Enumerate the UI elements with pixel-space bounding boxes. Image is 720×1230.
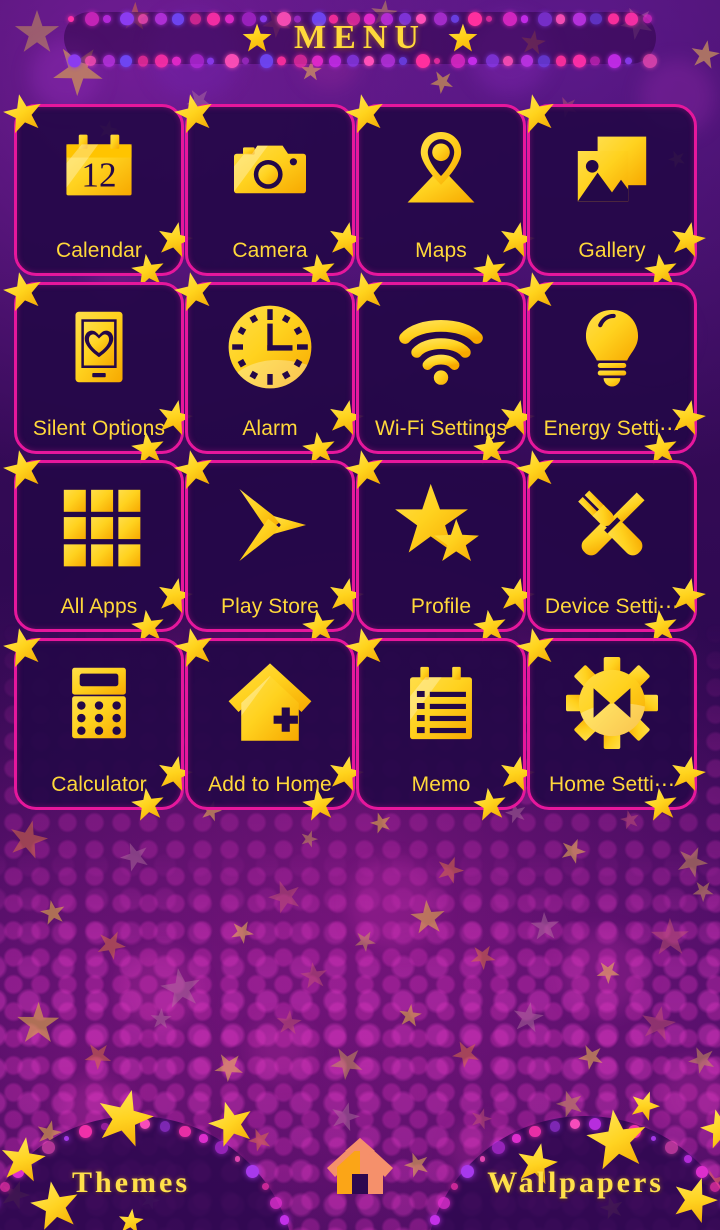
launcher-screen: MENU 12 Calendar Camera Maps Gallery Silent O… xyxy=(0,0,720,1230)
app-tile-label: Energy Setti⋯ xyxy=(543,417,681,440)
wallpapers-button[interactable]: Wallpapers xyxy=(487,1166,664,1200)
home-button[interactable] xyxy=(321,1130,399,1202)
play-store-icon xyxy=(188,477,352,573)
app-tile-label: Device Setti⋯ xyxy=(544,595,680,618)
app-tile-energy-setti[interactable]: Energy Setti⋯ xyxy=(527,282,697,454)
app-tile-memo[interactable]: Memo xyxy=(356,638,526,810)
app-tile-label: Calendar xyxy=(55,239,143,262)
wifi-icon xyxy=(359,299,523,395)
star-icon-right xyxy=(448,23,478,52)
star-icon-decoration xyxy=(626,1086,664,1124)
stars-icon xyxy=(359,477,523,573)
app-tile-alarm[interactable]: Alarm xyxy=(185,282,355,454)
app-tile-label: Gallery xyxy=(578,239,646,262)
camera-icon xyxy=(188,121,352,217)
app-tile-label: Play Store xyxy=(221,595,319,618)
svg-text:12: 12 xyxy=(81,156,116,195)
app-tile-label: All Apps xyxy=(60,595,138,618)
app-tile-label: Silent Options xyxy=(32,417,166,440)
app-tile-maps[interactable]: Maps xyxy=(356,104,526,276)
app-tile-play-store[interactable]: Play Store xyxy=(185,460,355,632)
app-tile-label: Memo xyxy=(411,773,471,796)
app-tile-add-to-home[interactable]: Add to Home xyxy=(185,638,355,810)
calendar-icon: 12 xyxy=(17,121,181,217)
app-tile-label: Profile xyxy=(410,595,472,618)
home-icon xyxy=(327,1138,393,1194)
page-title: MENU xyxy=(294,19,426,56)
star-icon-left xyxy=(242,23,272,52)
house-plus-icon xyxy=(188,655,352,751)
app-tile-home-setti[interactable]: Home Setti⋯ xyxy=(527,638,697,810)
calculator-icon xyxy=(17,655,181,751)
app-tile-calculator[interactable]: Calculator xyxy=(14,638,184,810)
phone-heart-icon xyxy=(17,299,181,395)
gear-icon xyxy=(530,655,694,751)
app-tile-silent-options[interactable]: Silent Options xyxy=(14,282,184,454)
app-tile-calendar[interactable]: 12 Calendar xyxy=(14,104,184,276)
app-tile-profile[interactable]: Profile xyxy=(356,460,526,632)
star-icon-decoration xyxy=(696,1104,720,1152)
app-tile-label: Camera xyxy=(232,239,308,262)
app-tile-gallery[interactable]: Gallery xyxy=(527,104,697,276)
app-tile-camera[interactable]: Camera xyxy=(185,104,355,276)
app-tile-wi-fi-settings[interactable]: Wi-Fi Settings xyxy=(356,282,526,454)
tools-icon xyxy=(530,477,694,573)
grid-apps-icon xyxy=(17,477,181,573)
app-tile-label: Alarm xyxy=(242,417,298,440)
header-title-row: MENU xyxy=(0,12,720,64)
lightbulb-icon xyxy=(530,299,694,395)
clock-icon xyxy=(188,299,352,395)
app-tile-label: Calculator xyxy=(51,773,147,796)
gallery-icon xyxy=(530,121,694,217)
app-tile-device-setti[interactable]: Device Setti⋯ xyxy=(527,460,697,632)
app-tile-label: Maps xyxy=(415,239,467,262)
header: MENU xyxy=(0,0,720,80)
app-tile-label: Wi-Fi Settings xyxy=(374,417,508,440)
themes-button[interactable]: Themes xyxy=(72,1166,190,1200)
app-tile-label: Home Setti⋯ xyxy=(549,773,675,796)
bottom-bar: Themes Wallpapers xyxy=(0,1080,720,1230)
notepad-icon xyxy=(359,655,523,751)
app-grid: 12 Calendar Camera Maps Gallery Silent Option… xyxy=(14,104,706,810)
map-pin-icon xyxy=(359,121,523,217)
app-tile-all-apps[interactable]: All Apps xyxy=(14,460,184,632)
app-tile-label: Add to Home xyxy=(208,773,332,796)
